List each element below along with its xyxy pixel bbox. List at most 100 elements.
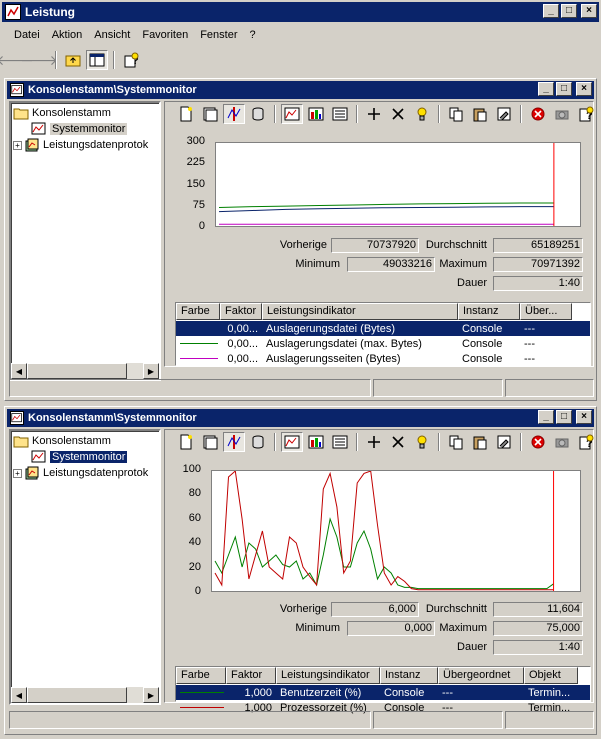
freeze-display-button[interactable] xyxy=(527,432,549,452)
view-graph-button[interactable] xyxy=(281,104,303,124)
tree-horizontal-scrollbar[interactable]: ◀ ▶ xyxy=(11,363,159,379)
tree-item-leistungsdatenprotokolle[interactable]: + Leistungsdatenprotok xyxy=(13,137,148,153)
maximize-button[interactable]: □ xyxy=(561,4,577,18)
delete-counter-button[interactable] xyxy=(387,104,409,124)
table-row[interactable]: 1,000 Benutzerzeit (%) Console --- Termi… xyxy=(176,685,590,700)
faktor-cell: 1,000 xyxy=(244,686,272,699)
stat-label-minimum: Minimum xyxy=(295,622,340,634)
clear-display-button[interactable] xyxy=(199,104,221,124)
scroll-thumb[interactable] xyxy=(27,363,127,379)
view-histogram-button[interactable] xyxy=(305,104,327,124)
column-header[interactable]: Faktor xyxy=(220,303,262,320)
view-current-activity-button[interactable] xyxy=(223,104,245,124)
column-header[interactable]: Über... xyxy=(520,303,572,320)
show-tree-button[interactable] xyxy=(86,50,108,70)
scroll-thumb[interactable] xyxy=(27,687,127,703)
help-button[interactable]: ? xyxy=(120,50,142,70)
copy-properties-button[interactable] xyxy=(445,104,467,124)
monitor-pane: ? 100 80 60 40 20 0 Vorherige 6,000 Durchschni… xyxy=(164,429,597,714)
menu-datei[interactable]: Datei xyxy=(8,29,46,41)
toolbar-separator xyxy=(55,51,57,69)
tree-item-leistungsdatenprotokolle[interactable]: + Leistungsdatenprotok xyxy=(13,465,148,481)
delete-counter-button[interactable] xyxy=(387,432,409,452)
view-histogram-button[interactable] xyxy=(305,432,327,452)
mdi-title-bar[interactable]: Konsolenstamm\Systemmonitor _ □ × xyxy=(7,81,594,99)
scroll-left-button[interactable]: ◀ xyxy=(11,363,27,379)
mdi-close-button[interactable]: × xyxy=(576,82,592,96)
instanz-cell: Console xyxy=(462,337,503,350)
tree-item-konsolenstamm[interactable]: Konsolenstamm xyxy=(13,105,111,121)
scroll-right-button[interactable]: ▶ xyxy=(143,687,159,703)
status-pane-1 xyxy=(9,379,371,397)
perf-logs-icon xyxy=(24,466,40,480)
column-header[interactable]: Farbe xyxy=(176,667,226,684)
new-counter-set-button[interactable] xyxy=(175,104,197,124)
scroll-left-button[interactable]: ◀ xyxy=(11,687,27,703)
scroll-right-button[interactable]: ▶ xyxy=(143,363,159,379)
copy-properties-button[interactable] xyxy=(445,432,467,452)
expand-plus-icon[interactable]: + xyxy=(13,140,22,150)
help-monitor-button[interactable]: ? xyxy=(575,432,597,452)
view-log-data-button[interactable] xyxy=(247,432,269,452)
mdi-minimize-button[interactable]: _ xyxy=(538,82,554,96)
table-row[interactable]: 0,00... Auslagerungsdatei (max. Bytes) C… xyxy=(176,336,590,351)
mdi-close-button[interactable]: × xyxy=(576,410,592,424)
mdi-maximize-button[interactable]: □ xyxy=(556,410,572,424)
view-current-activity-button[interactable] xyxy=(223,432,245,452)
add-counter-button[interactable] xyxy=(363,432,385,452)
properties-button[interactable] xyxy=(493,104,515,124)
add-counter-button[interactable] xyxy=(363,104,385,124)
column-header[interactable]: Faktor xyxy=(226,667,276,684)
column-header[interactable]: Übergeordnet xyxy=(438,667,524,684)
column-header[interactable]: Leistungsindikator xyxy=(262,303,458,320)
tree-item-konsolenstamm[interactable]: Konsolenstamm xyxy=(13,433,111,449)
view-log-data-button[interactable] xyxy=(247,104,269,124)
paste-counter-list-button[interactable] xyxy=(469,432,491,452)
view-report-button[interactable] xyxy=(329,104,351,124)
mdi-title-bar[interactable]: Konsolenstamm\Systemmonitor _ □ × xyxy=(7,409,594,427)
tree-item-systemmonitor[interactable]: Systemmonitor xyxy=(31,121,128,137)
column-header[interactable]: Objekt xyxy=(524,667,578,684)
properties-button[interactable] xyxy=(493,432,515,452)
mdi-maximize-button[interactable]: □ xyxy=(556,82,572,96)
expand-plus-icon[interactable]: + xyxy=(13,468,22,478)
menu-help[interactable]: ? xyxy=(244,29,262,41)
up-folder-button[interactable] xyxy=(62,50,84,70)
menu-ansicht[interactable]: Ansicht xyxy=(88,29,136,41)
app-title: Leistung xyxy=(25,5,75,19)
monitor-toolbar: ? xyxy=(175,432,597,452)
app-title-bar[interactable]: Leistung _ □ × xyxy=(2,2,599,22)
mdi-minimize-button[interactable]: _ xyxy=(538,410,554,424)
column-header[interactable]: Instanz xyxy=(458,303,520,320)
view-graph-button[interactable] xyxy=(281,432,303,452)
menu-favoriten[interactable]: Favoriten xyxy=(136,29,194,41)
highlight-button[interactable] xyxy=(411,104,433,124)
y-axis-tick-label: 80 xyxy=(188,487,201,500)
tree-item-label: Systemmonitor xyxy=(50,451,128,463)
tree-item-systemmonitor[interactable]: Systemmonitor xyxy=(31,449,128,465)
update-data-button[interactable] xyxy=(551,432,573,452)
forward-button[interactable]: 🡒 xyxy=(20,50,58,70)
freeze-display-button[interactable] xyxy=(527,104,549,124)
series-color-line xyxy=(180,358,218,359)
highlight-button[interactable] xyxy=(411,432,433,452)
table-row[interactable]: 0,00... Auslagerungsseiten (Bytes) Conso… xyxy=(176,351,590,366)
table-row[interactable]: 0,00... Auslagerungsdatei (Bytes) Consol… xyxy=(176,321,590,336)
column-header[interactable]: Farbe xyxy=(176,303,220,320)
y-axis-tick-label: 150 xyxy=(186,177,205,190)
paste-counter-list-button[interactable] xyxy=(469,104,491,124)
forward-arrow-icon: 🡒 xyxy=(20,51,58,68)
minimize-button[interactable]: _ xyxy=(543,4,559,18)
help-monitor-button[interactable]: ? xyxy=(575,104,597,124)
column-header[interactable]: Instanz xyxy=(380,667,438,684)
update-data-button[interactable] xyxy=(551,104,573,124)
close-button[interactable]: × xyxy=(581,4,597,18)
column-header[interactable]: Leistungsindikator xyxy=(276,667,380,684)
view-report-button[interactable] xyxy=(329,432,351,452)
clear-display-button[interactable] xyxy=(199,432,221,452)
tree-horizontal-scrollbar[interactable]: ◀ ▶ xyxy=(11,687,159,703)
menu-fenster[interactable]: Fenster xyxy=(194,29,243,41)
menu-aktion[interactable]: Aktion xyxy=(46,29,89,41)
new-counter-set-button[interactable] xyxy=(175,432,197,452)
system-monitor-icon xyxy=(31,122,47,136)
